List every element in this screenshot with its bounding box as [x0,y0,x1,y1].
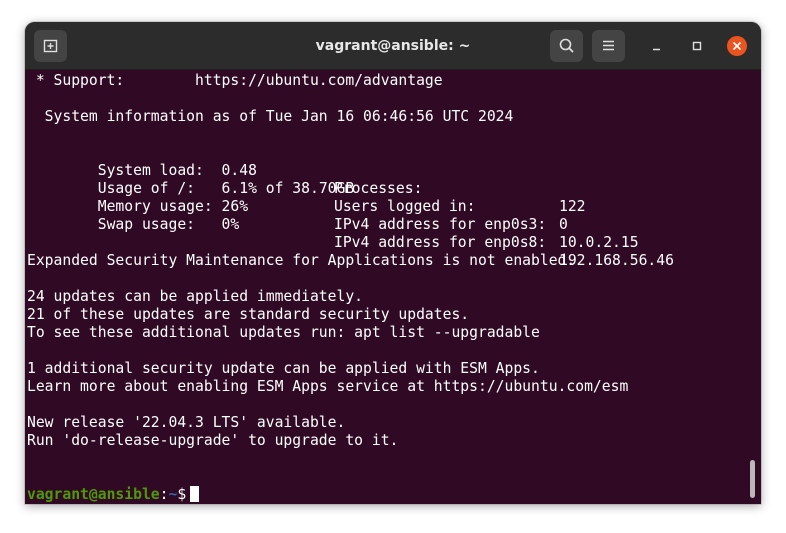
esm-apps-line: Learn more about enabling ESM Apps servi… [27,378,629,395]
stat-label: Users logged in: [334,198,476,215]
close-button[interactable] [727,36,747,56]
search-icon [559,38,574,53]
scrollbar-thumb[interactable] [750,460,755,498]
stat-label: IPv4 address for enp0s8: [334,234,547,251]
stat-value: 10.0.2.15 [559,234,639,251]
stat-value: 122 [559,198,586,215]
esm-status-line: Expanded Security Maintenance for Applic… [27,252,576,269]
search-button[interactable] [550,30,583,62]
maximize-button[interactable] [687,36,707,56]
menu-button[interactable] [592,30,625,62]
stat-value: 0 [559,216,568,233]
prompt-symbol: $ [177,486,187,503]
updates-line: 24 updates can be applied immediately. [27,288,364,305]
stat-label: IPv4 address for enp0s3: [334,216,547,233]
maximize-icon [692,41,702,51]
updates-line: To see these additional updates run: apt… [27,324,540,341]
system-info-line: System information as of Tue Jan 16 06:4… [27,108,514,125]
hamburger-menu-icon [603,40,614,51]
prompt-user-host: vagrant@ansible [27,486,160,503]
release-line: New release '22.04.3 LTS' available. [27,414,346,431]
terminal-window: vagrant@ansible: ~ * Support: https://ub… [25,22,761,504]
minimize-button[interactable] [647,36,667,56]
stat-row: Usage of /: 6.1% of 38.70GB Users logged… [27,162,568,233]
new-tab-icon [43,39,58,53]
stat-value: 192.168.56.46 [559,252,674,269]
close-icon [732,41,742,51]
text-cursor [190,486,200,502]
new-tab-button[interactable] [34,30,67,62]
prompt-path: ~ [168,486,178,503]
shell-prompt[interactable]: vagrant@ansible:~$ [27,486,200,504]
title-bar[interactable]: vagrant@ansible: ~ [25,22,761,70]
support-line: * Support: https://ubuntu.com/advantage [27,72,443,89]
release-line: Run 'do-release-upgrade' to upgrade to i… [27,432,399,449]
stat-row: System load: 0.48 Processes: 122 [27,144,586,215]
esm-apps-line: 1 additional security update can be appl… [27,360,540,377]
stat-row: Swap usage: 0% IPv4 address for enp0s8: … [27,198,674,269]
stat-left: Swap usage: 0% [80,216,240,233]
stat-row: Memory usage: 26% IPv4 address for enp0s… [27,180,639,251]
terminal-output[interactable]: * Support: https://ubuntu.com/advantage … [25,70,761,504]
minimize-icon [653,48,660,51]
updates-line: 21 of these updates are standard securit… [27,306,470,323]
